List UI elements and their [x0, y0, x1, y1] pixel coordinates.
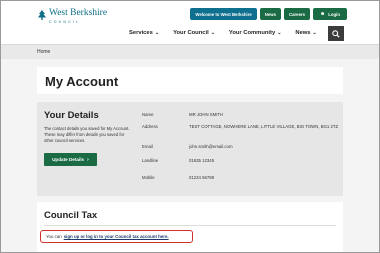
main-nav: Services ⌄ Your Council ⌄ Your Community ⌄ …	[129, 26, 331, 40]
nav-news-label: News	[295, 30, 311, 36]
news-button[interactable]: News	[259, 8, 282, 20]
user-icon: ☻	[320, 11, 326, 17]
update-details-button[interactable]: Update Details ›	[44, 153, 97, 166]
logo-text: West Berkshire	[49, 8, 108, 18]
chevron-down-icon: ⌄	[277, 30, 282, 36]
mobile-value: 01234 56789	[189, 175, 215, 180]
chevron-down-icon: ⌄	[312, 30, 317, 36]
top-buttons: Welcome to West Berkshire News Careers ☻…	[190, 8, 347, 20]
login-button[interactable]: ☻ Login	[313, 8, 347, 20]
page-title: My Account	[45, 74, 119, 89]
chevron-right-icon: ›	[87, 156, 89, 163]
login-label: Login	[328, 11, 340, 17]
search-button[interactable]	[328, 26, 344, 41]
title-card: My Account	[37, 67, 343, 94]
chevron-down-icon: ⌄	[210, 30, 215, 36]
search-icon	[332, 29, 340, 38]
email-label: Email	[142, 144, 153, 149]
nav-your-council[interactable]: Your Council ⌄	[173, 30, 215, 36]
divider	[44, 225, 336, 226]
logo-subtitle: COUNCIL	[49, 19, 81, 24]
council-tax-prefix: You can	[46, 234, 62, 239]
name-label: Name	[142, 112, 154, 117]
landline-label: Landline	[142, 158, 159, 163]
details-heading: Your Details	[44, 110, 99, 121]
mobile-label: Mobile	[142, 175, 155, 180]
breadcrumb-home[interactable]: Home	[37, 49, 50, 55]
email-value: john.smith@email.com	[189, 144, 233, 149]
nav-your-council-label: Your Council	[173, 30, 209, 36]
your-details-card: Your Details The contact details you sav…	[37, 102, 343, 196]
site-header: West Berkshire COUNCIL Welcome to West B…	[1, 1, 379, 43]
details-description: The contact details you saved for My Acc…	[44, 126, 130, 143]
main-content: My Account Your Details The contact deta…	[1, 59, 379, 252]
logo-tree-icon	[38, 10, 46, 20]
nav-services-label: Services	[129, 30, 153, 36]
council-tax-card: Council Tax You can sign up or log in to…	[37, 202, 343, 252]
breadcrumb: Home	[1, 44, 379, 59]
update-details-label: Update Details	[52, 157, 85, 162]
address-value: TEST COTTAGE, NOWHERE LANE, LITTLE VILLA…	[189, 124, 339, 129]
council-tax-highlight: You can sign up or log in to your Counci…	[40, 230, 193, 243]
browser-frame: West Berkshire COUNCIL Welcome to West B…	[0, 0, 380, 253]
nav-your-community[interactable]: Your Community ⌄	[229, 30, 281, 36]
careers-button[interactable]: Careers	[284, 8, 311, 20]
site-logo[interactable]: West Berkshire COUNCIL	[37, 8, 108, 24]
nav-news[interactable]: News ⌄	[295, 30, 316, 36]
name-value: MR JOHN SMITH	[189, 112, 224, 117]
nav-your-community-label: Your Community	[228, 30, 276, 36]
welcome-button[interactable]: Welcome to West Berkshire	[190, 8, 257, 20]
council-tax-link[interactable]: sign up or log in to your Council tax ac…	[64, 234, 169, 239]
landline-value: 01635 12345	[189, 158, 215, 163]
chevron-down-icon: ⌄	[154, 30, 160, 36]
council-tax-heading: Council Tax	[44, 210, 98, 221]
address-label: Address	[142, 124, 158, 129]
nav-services[interactable]: Services ⌄	[129, 30, 159, 36]
